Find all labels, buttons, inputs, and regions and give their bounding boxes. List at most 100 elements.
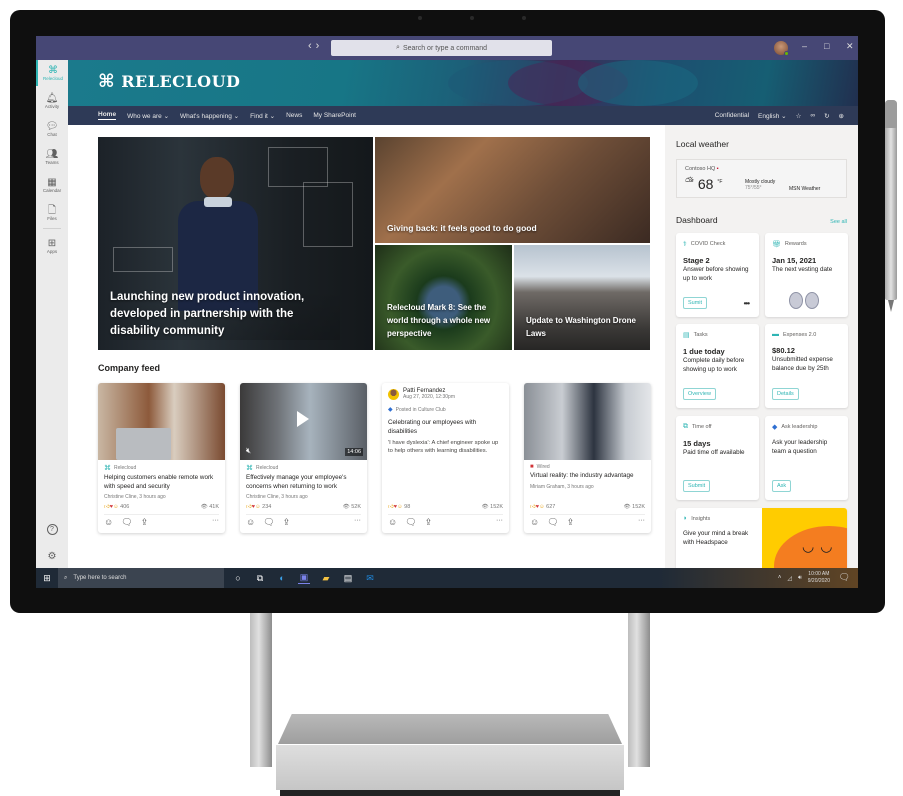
card-video-thumbnail[interactable]: 🔇︎ 14:06 <box>240 383 367 460</box>
react-icon[interactable]: ☺ <box>530 517 539 528</box>
rail-item-relecloud[interactable]: ⌘ Relecloud <box>36 60 68 86</box>
settings-icon[interactable]: ⚙ <box>48 551 57 562</box>
nav-home[interactable]: Home <box>98 111 117 120</box>
share-icon[interactable]: ⇪ <box>283 517 291 528</box>
task-view-icon[interactable]: ⧉ <box>254 572 266 584</box>
rail-item-chat[interactable]: 💬︎ Chat <box>36 116 68 142</box>
star-icon[interactable]: ☆ <box>796 112 802 120</box>
maximize-button[interactable]: □ <box>824 41 829 51</box>
teams-taskbar-icon[interactable]: ▣ <box>298 572 310 584</box>
overview-button[interactable]: Overview <box>683 388 716 400</box>
hero-caption: Relecloud Mark 8: See the world through … <box>387 303 491 338</box>
card-actions: ☺ 🗨︎ ⇪ ··· <box>530 517 645 528</box>
notification-center-icon[interactable]: 🗨︎ <box>839 572 850 583</box>
card-description: Unsubmitted expense balance due by 25th <box>772 356 833 372</box>
back-button[interactable]: ‹ <box>308 40 316 52</box>
react-icon[interactable]: ☺ <box>104 517 113 528</box>
share-icon[interactable]: ⇪ <box>141 517 149 528</box>
dashboard-card-ask-leadership[interactable]: ◆ Ask leadership Ask your leadership team… <box>765 416 848 500</box>
nav-find-it[interactable]: Find it ⌄ <box>250 112 275 120</box>
more-icon[interactable]: ··· <box>354 517 361 528</box>
feed-card[interactable]: 🔇︎ 14:06 ⌘ Relecloud Effectively manage y… <box>240 383 367 533</box>
card-title[interactable]: Celebrating our employees with disabilit… <box>388 419 503 436</box>
chevron-up-icon[interactable]: ˄ <box>778 575 782 581</box>
details-button[interactable]: Details <box>772 388 799 400</box>
dashboard-card-rewards[interactable]: 🎁︎ Rewards Jan 15, 2021 The next vesting … <box>765 233 848 317</box>
forward-button[interactable]: › <box>316 40 324 52</box>
rail-item-calendar[interactable]: ▦ Calendar <box>36 172 68 198</box>
more-icon[interactable]: ··· <box>212 517 219 528</box>
feed-card-post[interactable]: Patti Fernandez Aug 27, 2020, 12:30pm ◆ P… <box>382 383 509 533</box>
dashboard-card-expenses[interactable]: ▬ Expenses 2.0 $80.12 Unsubmitted expense… <box>765 324 848 408</box>
file-icon: 🗋 <box>47 205 57 216</box>
hero-tile-giving-back[interactable]: Giving back: it feels good to do good <box>375 137 650 243</box>
help-icon[interactable]: ? <box>46 524 58 535</box>
volume-icon[interactable]: 🔊︎ <box>798 575 802 582</box>
submit-button[interactable]: Submit <box>683 480 711 492</box>
user-avatar[interactable] <box>774 41 789 56</box>
dashboard-card-covid[interactable]: ⚕ COVID Check Stage 2 Answer before showi… <box>676 233 759 317</box>
mail-icon[interactable]: ✉ <box>364 572 376 584</box>
react-icon[interactable]: ☺ <box>388 517 397 528</box>
feed-card[interactable]: ⌘ Relecloud Helping customers enable remo… <box>98 383 225 533</box>
network-icon[interactable]: ◿ <box>787 575 792 582</box>
feed-card[interactable]: ■ Wired Virtual reality: the industry adv… <box>524 383 651 533</box>
card-title[interactable]: Effectively manage your employee's conce… <box>246 474 361 491</box>
comment-icon[interactable]: 🗨︎ <box>121 517 132 528</box>
community-name[interactable]: Posted in Culture Club <box>396 407 446 413</box>
taskbar-clock[interactable]: 10:00 AM 9/20/2020 <box>808 571 830 585</box>
taskbar-search-input[interactable]: ⌕ Type here to search <box>58 568 224 588</box>
share-icon[interactable]: ⇪ <box>425 517 433 528</box>
store-icon[interactable]: ▤ <box>342 572 354 584</box>
hero-tile-drone-laws[interactable]: Update to Washington Drone Laws <box>514 245 650 350</box>
hero-tile-main[interactable]: Launching new product innovation, develo… <box>98 137 373 350</box>
mute-icon[interactable]: 🔇︎ <box>246 446 251 456</box>
site-logo[interactable]: ⌘ RELECLOUD <box>98 71 240 92</box>
globe-icon[interactable]: ⊕ <box>839 112 844 120</box>
nav-who-we-are[interactable]: Who we are ⌄ <box>127 112 169 120</box>
play-icon[interactable] <box>297 411 309 427</box>
card-app-name: COVID Check <box>690 241 726 247</box>
refresh-icon[interactable]: ↻ <box>824 112 829 120</box>
rail-item-apps[interactable]: ⊞ Apps <box>36 233 68 259</box>
comment-icon[interactable]: 🗨︎ <box>263 517 274 528</box>
command-search-input[interactable]: ⌕ Search or type a command <box>331 40 552 56</box>
rail-label: Teams <box>45 160 59 165</box>
react-icon[interactable]: ☺ <box>246 517 255 528</box>
cortana-icon[interactable]: ○ <box>232 572 244 584</box>
link-icon[interactable]: ∞ <box>810 112 815 119</box>
dashboard-card-tasks[interactable]: ▤ Tasks 1 due today Complete daily before… <box>676 324 759 408</box>
close-button[interactable]: ✕ <box>846 41 854 52</box>
see-all-link[interactable]: See all <box>830 219 847 225</box>
card-header: ▬ Expenses 2.0 <box>772 331 841 338</box>
author-avatar[interactable] <box>388 388 399 400</box>
windows-start-icon[interactable]: ⊞ <box>36 573 58 584</box>
file-explorer-icon[interactable]: ▰ <box>320 572 332 584</box>
rail-item-files[interactable]: 🗋 Files <box>36 200 68 226</box>
language-selector[interactable]: English ⌄ <box>758 112 787 120</box>
nav-news[interactable]: News <box>286 112 302 119</box>
stand-base <box>276 744 624 790</box>
weather-card[interactable]: Contoso HQ ▪ ⛅︎ 68 °F Mostly cloudy 75°/55… <box>676 159 847 198</box>
share-icon[interactable]: ⇪ <box>567 517 575 528</box>
rail-item-teams[interactable]: 👥︎ Teams <box>36 144 68 170</box>
hero-tile-mark8[interactable]: Relecloud Mark 8: See the world through … <box>375 245 512 350</box>
ask-button[interactable]: Ask <box>772 480 792 492</box>
minimize-button[interactable]: – <box>802 41 807 51</box>
card-title[interactable]: Helping customers enable remote work wit… <box>104 474 219 491</box>
edge-icon[interactable]: ◐ <box>276 572 288 584</box>
views: 👁︎ 152K <box>624 504 645 510</box>
more-icon[interactable]: ••• <box>744 299 750 308</box>
card-title[interactable]: Virtual reality: the industry advantage <box>530 472 645 481</box>
submit-button[interactable]: Sumit <box>683 297 708 309</box>
nav-my-sharepoint[interactable]: My SharePoint <box>313 112 356 119</box>
dashboard-card-time-off[interactable]: ⧉ Time off 15 days Paid time off availabl… <box>676 416 759 500</box>
more-icon[interactable]: ··· <box>496 517 503 528</box>
comment-icon[interactable]: 🗨︎ <box>547 517 558 528</box>
chalk-drawing <box>113 247 173 272</box>
rail-item-activity[interactable]: 🔔︎ Activity <box>36 88 68 114</box>
nav-whats-happening[interactable]: What's happening ⌄ <box>180 112 239 120</box>
dashboard-card-insights[interactable]: ◗ Insights Give your mind a break with He… <box>676 508 847 568</box>
more-icon[interactable]: ··· <box>638 517 645 528</box>
comment-icon[interactable]: 🗨︎ <box>405 517 416 528</box>
